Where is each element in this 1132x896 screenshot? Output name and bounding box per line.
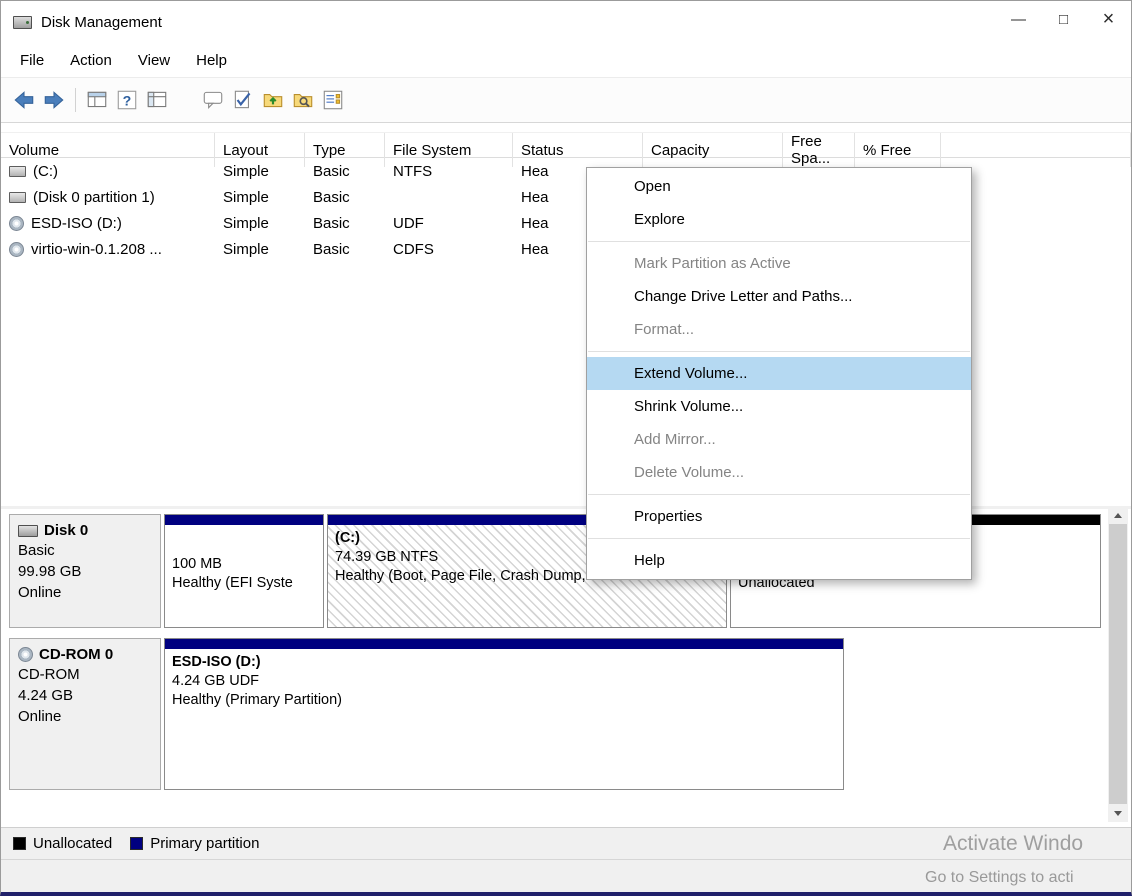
disk-management-app-icon — [13, 16, 32, 29]
console-tree-icon[interactable] — [142, 85, 172, 115]
toolbar: ? — [1, 77, 1131, 123]
details-icon[interactable] — [318, 85, 348, 115]
disk-name: CD-ROM 0 — [39, 646, 113, 663]
menu-item-properties[interactable]: Properties — [587, 500, 971, 533]
activate-windows-watermark: Activate Windo — [943, 832, 1083, 856]
disk-size: 99.98 GB — [18, 562, 152, 581]
column-capacity[interactable]: Capacity — [643, 133, 783, 167]
menu-item-add-mirror: Add Mirror... — [587, 423, 971, 456]
window-title: Disk Management — [41, 14, 162, 31]
layout-value: Simple — [215, 215, 305, 232]
layout-value: Simple — [215, 163, 305, 180]
file-system-value: CDFS — [385, 241, 513, 258]
back-icon[interactable] — [9, 85, 39, 115]
check-document-icon[interactable] — [228, 85, 258, 115]
cd-icon — [9, 216, 24, 231]
legend-primary-label: Primary partition — [150, 835, 259, 852]
layout-value: Simple — [215, 241, 305, 258]
type-value: Basic — [305, 215, 385, 232]
type-value: Basic — [305, 241, 385, 258]
scroll-down-icon[interactable] — [1108, 804, 1128, 822]
disk-name: Disk 0 — [44, 522, 88, 539]
menu-item-format: Format... — [587, 313, 971, 346]
menu-help[interactable]: Help — [183, 47, 240, 74]
scroll-up-icon[interactable] — [1108, 506, 1128, 524]
unallocated-swatch — [13, 837, 26, 850]
menu-view[interactable]: View — [125, 47, 183, 74]
disk-type: Basic — [18, 541, 152, 560]
menu-item-shrink-volume[interactable]: Shrink Volume... — [587, 390, 971, 423]
activate-windows-watermark-subtext: Go to Settings to acti — [925, 869, 1074, 887]
folder-up-icon[interactable] — [258, 85, 288, 115]
toolbar-separator — [75, 88, 76, 112]
menu-action[interactable]: Action — [57, 47, 125, 74]
svg-text:?: ? — [123, 93, 132, 109]
minimize-button[interactable]: — — [996, 1, 1041, 37]
help-icon[interactable]: ? — [112, 85, 142, 115]
type-value: Basic — [305, 163, 385, 180]
partition-status: Healthy (EFI Syste — [172, 574, 316, 593]
column-filler — [941, 133, 1131, 167]
menu-separator — [588, 494, 970, 495]
primary-partition-bar — [165, 639, 843, 649]
partition-size: 4.24 GB UDF — [172, 672, 836, 691]
console-window-icon[interactable] — [82, 85, 112, 115]
vertical-scrollbar[interactable] — [1108, 506, 1128, 822]
partition-esd-iso[interactable]: ESD-ISO (D:) 4.24 GB UDF Healthy (Primar… — [164, 638, 844, 790]
cd-disc-icon — [18, 647, 33, 662]
cdrom0-label-panel[interactable]: CD-ROM 0 CD-ROM 4.24 GB Online — [9, 638, 161, 790]
menu-item-help[interactable]: Help — [587, 544, 971, 577]
action-pane-icon[interactable] — [198, 85, 228, 115]
menu-item-explore[interactable]: Explore — [587, 203, 971, 236]
disk-management-window: Disk Management — □ × File Action View H… — [0, 0, 1132, 896]
volume-name: ESD-ISO (D:) — [31, 215, 122, 232]
folder-search-icon[interactable] — [288, 85, 318, 115]
disk-size: 4.24 GB — [18, 686, 152, 705]
menu-item-extend-volume[interactable]: Extend Volume... — [587, 357, 971, 390]
partition-efi-system[interactable]: 100 MB Healthy (EFI Syste — [164, 514, 324, 628]
column-percent-free[interactable]: % Free — [855, 133, 941, 167]
column-free-space[interactable]: Free Spa... — [783, 133, 855, 167]
drive-icon — [9, 166, 26, 177]
disk-drive-icon — [18, 525, 38, 537]
legend-unallocated-label: Unallocated — [33, 835, 112, 852]
menu-item-change-drive-letter[interactable]: Change Drive Letter and Paths... — [587, 280, 971, 313]
volume-name: (C:) — [33, 163, 58, 180]
disk-row: CD-ROM 0 CD-ROM 4.24 GB Online ESD-ISO (… — [9, 638, 1131, 790]
partition-size: 100 MB — [172, 555, 316, 574]
cd-icon — [9, 242, 24, 257]
layout-value: Simple — [215, 189, 305, 206]
menu-separator — [588, 538, 970, 539]
disk-type: CD-ROM — [18, 665, 152, 684]
menu-item-open[interactable]: Open — [587, 170, 971, 203]
menu-file[interactable]: File — [7, 47, 57, 74]
scrollbar-thumb[interactable] — [1109, 524, 1127, 804]
menu-bar: File Action View Help — [1, 43, 1131, 77]
drive-icon — [9, 192, 26, 203]
menu-item-delete-volume: Delete Volume... — [587, 456, 971, 489]
disk0-label-panel[interactable]: Disk 0 Basic 99.98 GB Online — [9, 514, 161, 628]
primary-partition-bar — [165, 515, 323, 525]
type-value: Basic — [305, 189, 385, 206]
titlebar: Disk Management — □ × — [1, 1, 1131, 43]
window-controls: — □ × — [996, 1, 1131, 37]
file-system-value: UDF — [385, 215, 513, 232]
forward-icon[interactable] — [39, 85, 69, 115]
volume-name: virtio-win-0.1.208 ... — [31, 241, 162, 258]
context-menu: Open Explore Mark Partition as Active Ch… — [586, 167, 972, 580]
close-button[interactable]: × — [1086, 1, 1131, 37]
file-system-value: NTFS — [385, 163, 513, 180]
cdrom0-partitions: ESD-ISO (D:) 4.24 GB UDF Healthy (Primar… — [164, 638, 844, 790]
maximize-button[interactable]: □ — [1041, 1, 1086, 37]
menu-separator — [588, 351, 970, 352]
menu-item-mark-partition-as-active: Mark Partition as Active — [587, 247, 971, 280]
volume-name: (Disk 0 partition 1) — [33, 189, 155, 206]
disk-status: Online — [18, 707, 152, 726]
menu-separator — [588, 241, 970, 242]
primary-partition-swatch — [130, 837, 143, 850]
partition-status: Healthy (Primary Partition) — [172, 691, 836, 710]
volume-table-header: Volume Layout Type File System Status Ca… — [1, 132, 1131, 158]
partition-title: ESD-ISO (D:) — [172, 653, 836, 672]
disk-status: Online — [18, 583, 152, 602]
